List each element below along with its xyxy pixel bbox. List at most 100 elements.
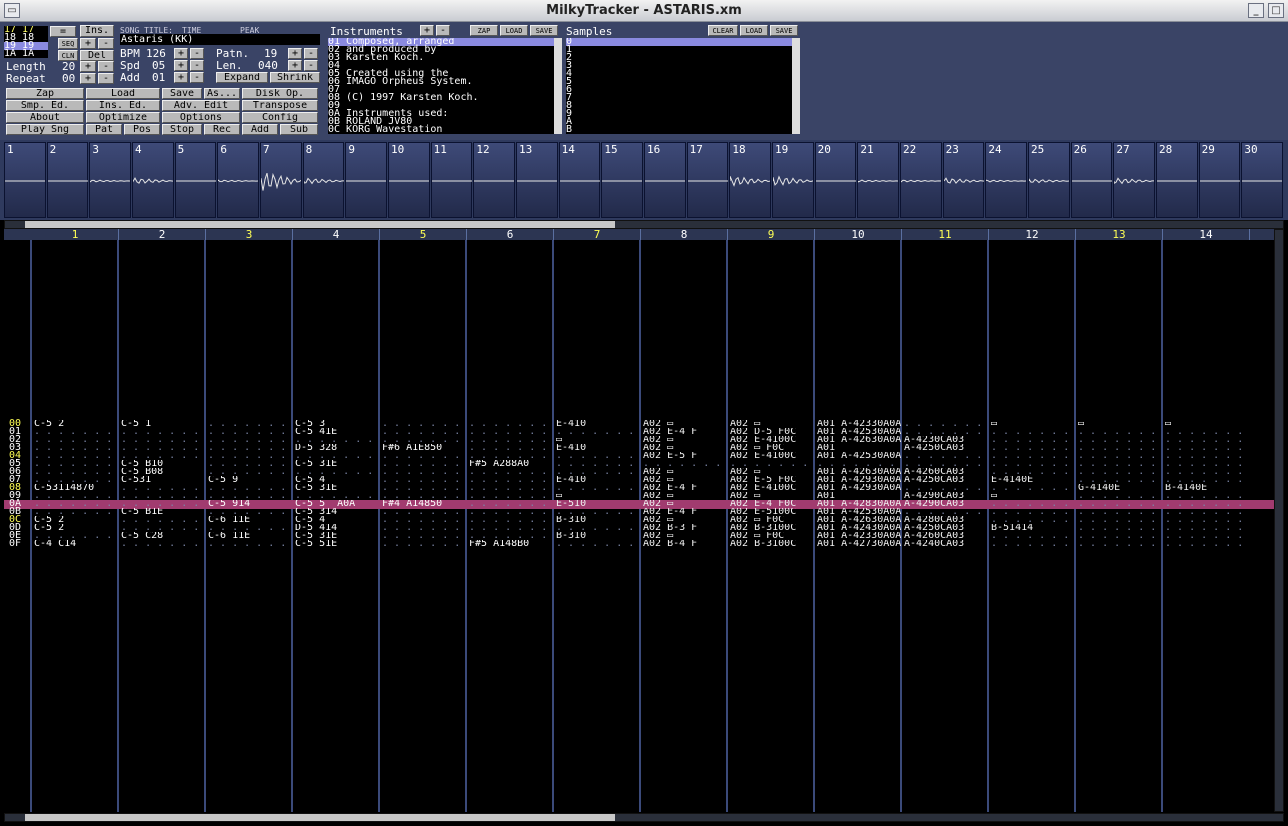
pattern-cell[interactable]: . . . . . . . . . . . — [991, 460, 1075, 468]
pattern-vertical-scrollbar[interactable] — [1274, 229, 1284, 812]
pattern-cell[interactable]: A02 B-3 F — [643, 524, 727, 532]
pattern-cell[interactable]: . . . . . . . . . . . — [991, 500, 1075, 508]
channel-header-13[interactable]: 13 — [1076, 229, 1163, 240]
channel-header-11[interactable]: 11 — [902, 229, 989, 240]
pattern-cell[interactable]: A01 A-42830A0A — [817, 500, 901, 508]
sample-list-item[interactable]: 1 — [566, 45, 792, 55]
disk-op-button[interactable]: Disk Op. — [242, 88, 318, 99]
pattern-cell[interactable]: C-5 C28 — [121, 532, 205, 540]
sub-button[interactable]: Sub — [280, 124, 318, 135]
pattern-cell[interactable]: . . . . . . . . . . . — [1165, 516, 1249, 524]
pattern-cell[interactable]: . . . . . . . . . . . — [817, 460, 901, 468]
pattern-row[interactable]: 07. . . . . . . . . . .C-531C-5 9C-5 4. … — [4, 475, 1274, 485]
pattern-cell[interactable]: E-510 — [556, 500, 640, 508]
channel-scope[interactable]: 25 — [1028, 142, 1070, 218]
instrument-save-button[interactable]: SAVE — [530, 25, 558, 36]
pattern-cell[interactable]: A02 ▭ — [643, 444, 727, 452]
add-button[interactable]: Add — [242, 124, 278, 135]
pattern-cell[interactable]: . . . . . . . . . . . — [121, 452, 205, 460]
pattern-cell[interactable]: . . . . . . . . . . . — [208, 452, 292, 460]
scopes-scrollbar-thumb[interactable] — [25, 221, 615, 228]
pattern-cell[interactable]: . . . . . . . . . . . — [991, 508, 1075, 516]
pattern-cell[interactable]: . . . . . . . . . . . — [1165, 460, 1249, 468]
pattern-cell[interactable]: ▭ — [991, 420, 1075, 428]
scopes-scrollbar[interactable] — [4, 220, 1284, 229]
pattern-cell[interactable]: . . . . . . . . . . . — [208, 436, 292, 444]
channel-header-4[interactable]: 4 — [293, 229, 380, 240]
pattern-cell[interactable]: . . . . . . . . . . . — [1165, 444, 1249, 452]
pattern-cell[interactable]: . . . . . . . . . . . — [208, 460, 292, 468]
pattern-row[interactable]: 04. . . . . . . . . . .. . . . . . . . .… — [4, 451, 1274, 461]
pattern-cell[interactable]: . . . . . . . . . . . — [208, 428, 292, 436]
pattern-row[interactable]: 0A. . . . . . . . . . .. . . . . . . . .… — [4, 499, 1274, 509]
pattern-cell[interactable]: . . . . . . . . . . . — [121, 524, 205, 532]
pattern-cell[interactable]: C-5 1 — [121, 420, 205, 428]
channel-scope[interactable]: 11 — [430, 142, 473, 218]
channel-header-5[interactable]: 5 — [380, 229, 467, 240]
pattern-cell[interactable]: A02 ▭ — [730, 492, 814, 500]
pattern-cell[interactable]: . . . . . . . . . . . — [1078, 516, 1162, 524]
pattern-cell[interactable]: . . . . . . . . . . . — [382, 492, 466, 500]
pattern-cell[interactable]: . . . . . . . . . . . — [469, 508, 553, 516]
pattern-cell[interactable]: . . . . . . . . . . . — [382, 484, 466, 492]
pattern-row[interactable]: 06. . . . . . . . . . .C-5 B08. . . . . … — [4, 467, 1274, 477]
spd-plus-button[interactable]: + — [174, 60, 188, 71]
pattern-cell[interactable]: . . . . . . . . . . . — [469, 428, 553, 436]
orderlist[interactable]: 17 17 18 18 19 19 1A 1A — [4, 26, 48, 58]
pattern-cell[interactable]: A01 A-42330A0A — [817, 532, 901, 540]
pattern-cell[interactable]: . . . . . . . . . . . — [1078, 492, 1162, 500]
sample-list-item[interactable]: 5 — [566, 77, 792, 87]
orderlist-item[interactable]: 1A 1A — [4, 49, 48, 59]
instrument-list-item[interactable]: 06 IMAGO Orpheus System. — [328, 77, 554, 87]
pattern-cell[interactable]: ▭ — [556, 436, 640, 444]
pattern-cell[interactable]: . . . . . . . . . . . — [469, 420, 553, 428]
pattern-cell[interactable]: . . . . . . . . . . . — [1078, 436, 1162, 444]
channel-scope[interactable]: 5 — [174, 142, 217, 218]
sample-save-button[interactable]: SAVE — [770, 25, 798, 36]
pattern-cell[interactable]: . . . . . . . . . . . — [34, 460, 118, 468]
channel-scope[interactable]: 23 — [942, 142, 985, 218]
pattern-cell[interactable]: C-5 31E — [295, 532, 379, 540]
pattern-cell[interactable]: . . . . . . . . . . . — [469, 484, 553, 492]
sample-list-item[interactable]: 3 — [566, 61, 792, 71]
channel-scope[interactable]: 2 — [46, 142, 89, 218]
spd-minus-button[interactable]: - — [190, 60, 204, 71]
instrument-load-button[interactable]: LOAD — [500, 25, 528, 36]
pattern-cell[interactable]: C-5 2 — [34, 524, 118, 532]
pattern-row[interactable]: 02. . . . . . . . . . .. . . . . . . . .… — [4, 435, 1274, 445]
save-as-button[interactable]: As... — [204, 88, 240, 99]
pattern-cell[interactable]: . . . . . . . . . . . — [556, 468, 640, 476]
pattern-cell[interactable]: C-5 914 — [208, 500, 292, 508]
pattern-cell[interactable]: A-4250CA03 — [904, 524, 988, 532]
pattern-cell[interactable]: . . . . . . . . . . . — [208, 484, 292, 492]
pattern-cell[interactable]: . . . . . . . . . . . — [34, 532, 118, 540]
pattern-cell[interactable]: A01 A-42430A0A — [817, 524, 901, 532]
channel-scope[interactable]: 6 — [217, 142, 259, 218]
pattern-row[interactable]: 0DC-5 2. . . . . . . . . . .. . . . . . … — [4, 523, 1274, 533]
pattern-cell[interactable]: A01 — [817, 444, 901, 452]
pattern-cell[interactable]: ▭ — [1078, 420, 1162, 428]
pattern-cell[interactable]: . . . . . . . . . . . — [382, 460, 466, 468]
pattern-cell[interactable]: . . . . . . . . . . . — [121, 516, 205, 524]
pattern-cell[interactable]: A02 E-4100C — [730, 484, 814, 492]
pattern-cell[interactable]: C-53114870 — [34, 484, 118, 492]
pattern-cell[interactable]: . . . . . . . . . . . — [730, 460, 814, 468]
pattern-cell[interactable]: . . . . . . . . . . . — [556, 508, 640, 516]
pattern-cell[interactable]: . . . . . . . . . . . — [382, 524, 466, 532]
pattern-row[interactable]: 08C-53114870. . . . . . . . . . .. . . .… — [4, 483, 1274, 493]
pattern-cell[interactable]: F#4 A14850 — [382, 500, 466, 508]
pattern-cell[interactable]: C-5 314 — [295, 508, 379, 516]
pattern-cell[interactable]: . . . . . . . . . . . — [1078, 460, 1162, 468]
pattern-cell[interactable]: . . . . . . . . . . . — [34, 508, 118, 516]
sample-list-item[interactable]: 7 — [566, 93, 792, 103]
pattern-cell[interactable]: C-5 4 — [295, 516, 379, 524]
instrument-plus-button[interactable]: + — [420, 25, 434, 36]
channel-header-9[interactable]: 9 — [728, 229, 815, 240]
pattern-cell[interactable]: . . . . . . . . . . . — [34, 444, 118, 452]
pattern-cell[interactable]: . . . . . . . . . . . — [382, 468, 466, 476]
pattern-cell[interactable]: A02 ▭ — [643, 516, 727, 524]
pattern-cell[interactable]: B-51414 — [991, 524, 1075, 532]
channel-scope[interactable]: 29 — [1198, 142, 1241, 218]
patn-plus-button[interactable]: + — [288, 48, 302, 59]
expand-button[interactable]: Expand — [216, 72, 268, 83]
